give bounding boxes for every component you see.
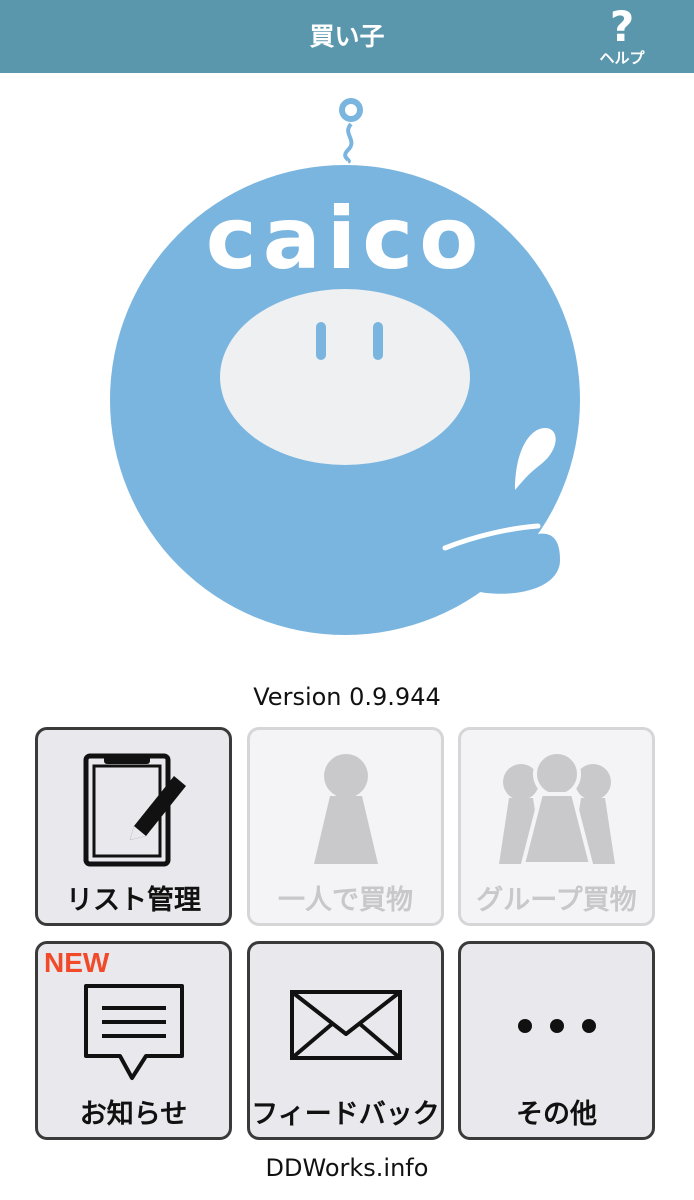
- feedback-label: フィードバック: [251, 1099, 440, 1130]
- group-shopping-button[interactable]: グループ買物: [458, 727, 655, 926]
- logo-wordmark: caico: [206, 189, 485, 289]
- group-shopping-label: グループ買物: [476, 885, 637, 916]
- envelope-icon: [250, 962, 441, 1090]
- other-label: その他: [516, 1099, 597, 1130]
- version-text: Version 0.9.944: [253, 683, 441, 711]
- help-label: ヘルプ: [599, 49, 645, 67]
- news-label: お知らせ: [79, 1099, 188, 1130]
- solo-shopping-label: 一人で買物: [278, 885, 413, 916]
- person-icon: [250, 748, 441, 876]
- help-icon: ?: [609, 2, 635, 51]
- other-button[interactable]: その他: [458, 941, 655, 1140]
- more-dots-icon: [461, 962, 652, 1090]
- list-manage-button[interactable]: リスト管理: [35, 727, 232, 926]
- caico-logo: caico: [110, 98, 580, 635]
- app-title: 買い子: [309, 22, 385, 51]
- feedback-button[interactable]: フィードバック: [247, 941, 444, 1140]
- clipboard-pencil-icon: [38, 748, 229, 876]
- group-icon: [461, 748, 652, 876]
- help-button[interactable]: ? ヘルプ: [592, 4, 652, 70]
- footer-link[interactable]: DDWorks.info: [0, 1154, 694, 1182]
- nav-bar: 買い子 ? ヘルプ: [0, 0, 694, 73]
- message-icon: [38, 962, 229, 1090]
- solo-shopping-button[interactable]: 一人で買物: [247, 727, 444, 926]
- news-button[interactable]: NEW お知らせ: [35, 941, 232, 1140]
- list-manage-label: リスト管理: [66, 885, 201, 916]
